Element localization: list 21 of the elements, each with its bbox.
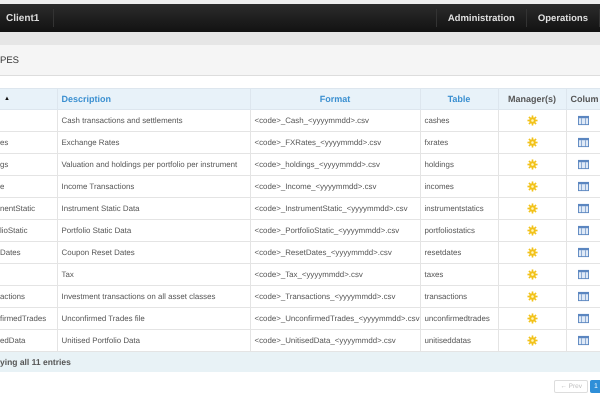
- column-header: Manager(s): [498, 88, 566, 110]
- table-icon[interactable]: [578, 225, 588, 236]
- table-icon[interactable]: [578, 313, 588, 324]
- table-icon[interactable]: [578, 181, 588, 192]
- table-icon[interactable]: [578, 291, 588, 302]
- table-icon[interactable]: [578, 335, 588, 346]
- nav-link[interactable]: Administration: [436, 12, 526, 24]
- nav-link[interactable]: Operations: [526, 12, 599, 24]
- column-header[interactable]: Format: [250, 88, 420, 110]
- table-icon[interactable]: [578, 115, 588, 126]
- column-header: Colum: [566, 88, 600, 110]
- table-icon[interactable]: [578, 247, 588, 258]
- table-icon[interactable]: [578, 137, 588, 148]
- table-icon[interactable]: [578, 269, 588, 280]
- column-header[interactable]: Table: [420, 88, 498, 110]
- table-icon[interactable]: [578, 203, 588, 214]
- entries-info: ying all 11 entries: [0, 357, 71, 367]
- column-header[interactable]: Description: [57, 88, 250, 110]
- panel-title: PES: [0, 54, 20, 66]
- table-icon[interactable]: [578, 159, 588, 170]
- client-name[interactable]: Client1: [0, 12, 40, 24]
